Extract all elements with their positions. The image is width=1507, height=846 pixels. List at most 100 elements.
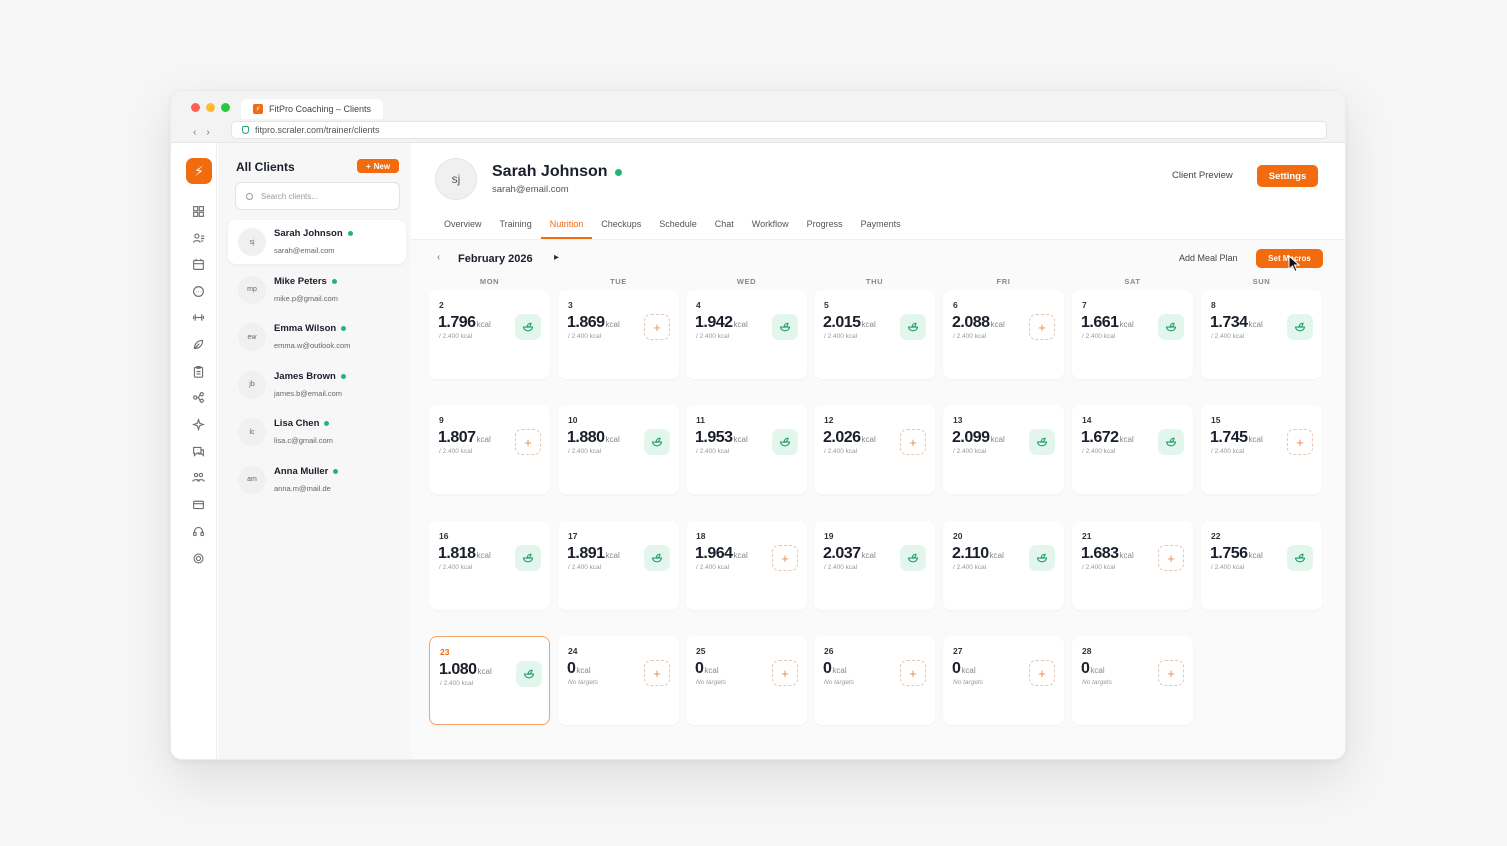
calendar-day[interactable]: 26 0 kcal No targets + [814,636,935,725]
calendar-day[interactable]: 12 2.026 kcal/ 2.400 kcal + [814,405,935,494]
add-meal-icon[interactable]: + [900,660,926,686]
calendar-day[interactable]: 15 1.745 kcal/ 2.400 kcal + [1201,405,1322,494]
calendar-day[interactable]: 14 1.672 kcal/ 2.400 kcal [1072,405,1193,494]
back-arrow-icon[interactable]: ‹ [193,127,196,138]
add-meal-icon[interactable]: + [1158,660,1184,686]
calendar-day[interactable]: 20 2.110 kcal/ 2.400 kcal [943,521,1064,610]
app-logo[interactable]: ⚡ [186,158,212,184]
meal-plan-icon[interactable] [900,314,926,340]
calendar-day[interactable]: 10 1.880 kcal/ 2.400 kcal [558,405,679,494]
workflow-icon[interactable] [190,389,206,405]
meal-plan-icon[interactable] [515,314,541,340]
dumbbell-icon[interactable] [190,309,206,325]
nutrition-icon[interactable] [190,336,206,352]
client-list-item[interactable]: lc Lisa Chen lisa.c@gmail.com [228,410,406,454]
tab-progress[interactable]: Progress [798,215,852,239]
calendar-day[interactable]: 25 0 kcal No targets + [686,636,807,725]
clipboard-icon[interactable] [190,363,206,379]
calendar-icon[interactable] [190,256,206,272]
add-meal-icon[interactable]: + [1029,660,1055,686]
calendar-day[interactable]: 2 1.796 kcal/ 2.400 kcal [429,290,550,379]
settings-button[interactable]: Settings [1257,165,1318,187]
calendar-day[interactable]: 13 2.099 kcal/ 2.400 kcal [943,405,1064,494]
browser-tab[interactable]: ⚡ FitPro Coaching – Clients [241,99,384,119]
support-icon[interactable] [190,523,206,539]
add-meal-icon[interactable]: + [644,660,670,686]
meal-plan-icon[interactable] [1287,545,1313,571]
meal-plan-icon[interactable] [1158,429,1184,455]
tab-chat[interactable]: Chat [706,215,743,239]
add-meal-icon[interactable]: + [772,545,798,571]
add-meal-icon[interactable]: + [1158,545,1184,571]
calendar-day[interactable]: 19 2.037 kcal/ 2.400 kcal [814,521,935,610]
client-preview-button[interactable]: Client Preview [1172,170,1233,181]
new-client-button[interactable]: + New [357,159,399,173]
add-meal-icon[interactable]: + [644,314,670,340]
client-list-item[interactable]: jb James Brown james.b@email.com [228,363,406,407]
meal-plan-icon[interactable] [515,545,541,571]
add-meal-plan-button[interactable]: Add Meal Plan [1179,253,1238,263]
calendar-day[interactable]: 8 1.734 kcal/ 2.400 kcal [1201,290,1322,379]
meal-plan-icon[interactable] [1029,429,1055,455]
calendar-day[interactable]: 6 2.088 kcal/ 2.400 kcal + [943,290,1064,379]
calendar-day[interactable]: 27 0 kcal No targets + [943,636,1064,725]
clients-icon[interactable] [190,230,206,246]
calendar-day[interactable]: 4 1.942 kcal/ 2.400 kcal [686,290,807,379]
calendar-day[interactable]: 3 1.869 kcal/ 2.400 kcal + [558,290,679,379]
url-bar[interactable]: fitpro.scraler.com/trainer/clients [231,121,1327,139]
meal-plan-icon[interactable] [1158,314,1184,340]
calendar-day[interactable]: 7 1.661 kcal/ 2.400 kcal [1072,290,1193,379]
billing-icon[interactable] [190,496,206,512]
calendar-day[interactable]: 5 2.015 kcal/ 2.400 kcal [814,290,935,379]
settings-icon[interactable] [190,550,206,566]
calendar-day[interactable]: 28 0 kcal No targets + [1072,636,1193,725]
add-meal-icon[interactable]: + [1287,429,1313,455]
meal-plan-icon[interactable] [772,429,798,455]
add-meal-icon[interactable]: + [1029,314,1055,340]
tab-checkups[interactable]: Checkups [592,215,650,239]
calendar-day[interactable]: 22 1.756 kcal/ 2.400 kcal [1201,521,1322,610]
calendar-day[interactable]: 24 0 kcal No targets + [558,636,679,725]
client-list-item[interactable]: am Anna Muller anna.m@mail.de [228,458,406,502]
calendar-day[interactable]: 11 1.953 kcal/ 2.400 kcal [686,405,807,494]
tab-payments[interactable]: Payments [852,215,910,239]
client-list-item[interactable]: mp Mike Peters mike.p@gmail.com [228,268,406,312]
meal-plan-icon[interactable] [516,661,542,687]
client-list-item[interactable]: ew Emma Wilson emma.w@outlook.com [228,315,406,359]
add-meal-icon[interactable]: + [772,660,798,686]
chat-icon[interactable] [190,283,206,299]
meal-plan-icon[interactable] [900,545,926,571]
meal-plan-icon[interactable] [772,314,798,340]
prev-month-icon[interactable]: ‹ [437,252,440,263]
tab-overview[interactable]: Overview [435,215,491,239]
add-meal-icon[interactable]: + [515,429,541,455]
tab-nutrition[interactable]: Nutrition [540,215,593,239]
next-month-icon[interactable]: ▸ [554,252,559,263]
community-icon[interactable] [190,469,206,485]
dashboard-icon[interactable] [190,203,206,219]
meal-plan-icon[interactable] [644,545,670,571]
meal-plan-icon[interactable] [644,429,670,455]
kcal-total: 1.661 kcal [1081,314,1134,332]
calendar-day[interactable]: 18 1.964 kcal/ 2.400 kcal + [686,521,807,610]
meal-plan-icon[interactable] [1029,545,1055,571]
calendar-day[interactable]: 21 1.683 kcal/ 2.400 kcal + [1072,521,1193,610]
tab-training[interactable]: Training [491,215,541,239]
client-email: emma.w@outlook.com [274,341,351,350]
messages-icon[interactable] [190,443,206,459]
calendar-day[interactable]: 16 1.818 kcal/ 2.400 kcal [429,521,550,610]
client-search-input[interactable]: Search clients... [235,182,400,210]
maximize-window-dot[interactable] [221,103,230,112]
calendar-day[interactable]: 23 1.080 kcal/ 2.400 kcal [429,636,550,725]
sparkle-icon[interactable] [190,416,206,432]
meal-plan-icon[interactable] [1287,314,1313,340]
forward-arrow-icon[interactable]: › [206,127,209,138]
tab-workflow[interactable]: Workflow [743,215,798,239]
add-meal-icon[interactable]: + [900,429,926,455]
client-list-item[interactable]: sj Sarah Johnson sarah@email.com [228,220,406,264]
close-window-dot[interactable] [191,103,200,112]
calendar-day[interactable]: 9 1.807 kcal/ 2.400 kcal + [429,405,550,494]
minimize-window-dot[interactable] [206,103,215,112]
tab-schedule[interactable]: Schedule [650,215,706,239]
calendar-day[interactable]: 17 1.891 kcal/ 2.400 kcal [558,521,679,610]
